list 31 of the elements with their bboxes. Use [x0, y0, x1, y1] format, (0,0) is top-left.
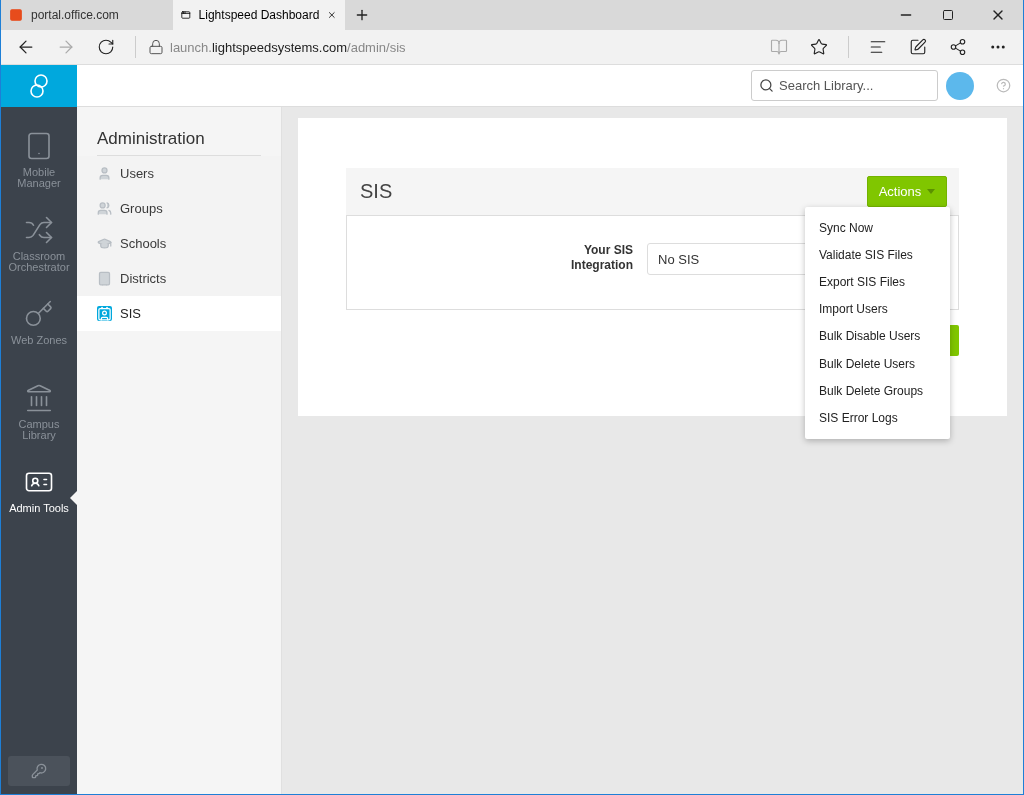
- app-icon: [9, 8, 23, 22]
- menu-item[interactable]: Bulk Delete Groups: [805, 377, 950, 405]
- arrows-icon: [24, 215, 54, 245]
- key-icon: [24, 299, 54, 329]
- lock-icon: [148, 39, 164, 55]
- key-icon: [31, 763, 47, 779]
- field-label: Your SIS Integration: [570, 243, 633, 273]
- panel-title: SIS: [360, 180, 393, 203]
- refresh-icon[interactable]: [97, 38, 115, 56]
- contact-card-icon: [97, 306, 112, 321]
- users-icon: [97, 201, 112, 216]
- search-field[interactable]: Search Library...: [751, 70, 938, 101]
- menu-item[interactable]: Bulk Disable Users: [805, 322, 950, 350]
- search-icon: [759, 78, 774, 93]
- caret-icon: [927, 189, 936, 194]
- lines-icon[interactable]: [869, 38, 887, 56]
- menu-item[interactable]: Import Users: [805, 295, 950, 323]
- star-icon[interactable]: [810, 38, 828, 56]
- user-icon: [97, 166, 112, 181]
- share-icon[interactable]: [949, 38, 967, 56]
- browser-tab[interactable]: Lightspeed Dashboard: [173, 0, 345, 30]
- page-icon: [181, 8, 191, 22]
- graduation-cap-icon: [97, 236, 112, 251]
- pen-icon[interactable]: [909, 38, 927, 56]
- sidebar-item[interactable]: SIS: [77, 296, 281, 331]
- menu-item[interactable]: SIS Error Logs: [805, 404, 950, 432]
- menu-item[interactable]: Bulk Delete Users: [805, 349, 950, 378]
- menu-item[interactable]: Sync Now: [805, 214, 950, 242]
- maximize-icon[interactable]: [942, 9, 954, 21]
- new-tab-icon[interactable]: [354, 7, 370, 23]
- building-columns-icon: [24, 383, 54, 413]
